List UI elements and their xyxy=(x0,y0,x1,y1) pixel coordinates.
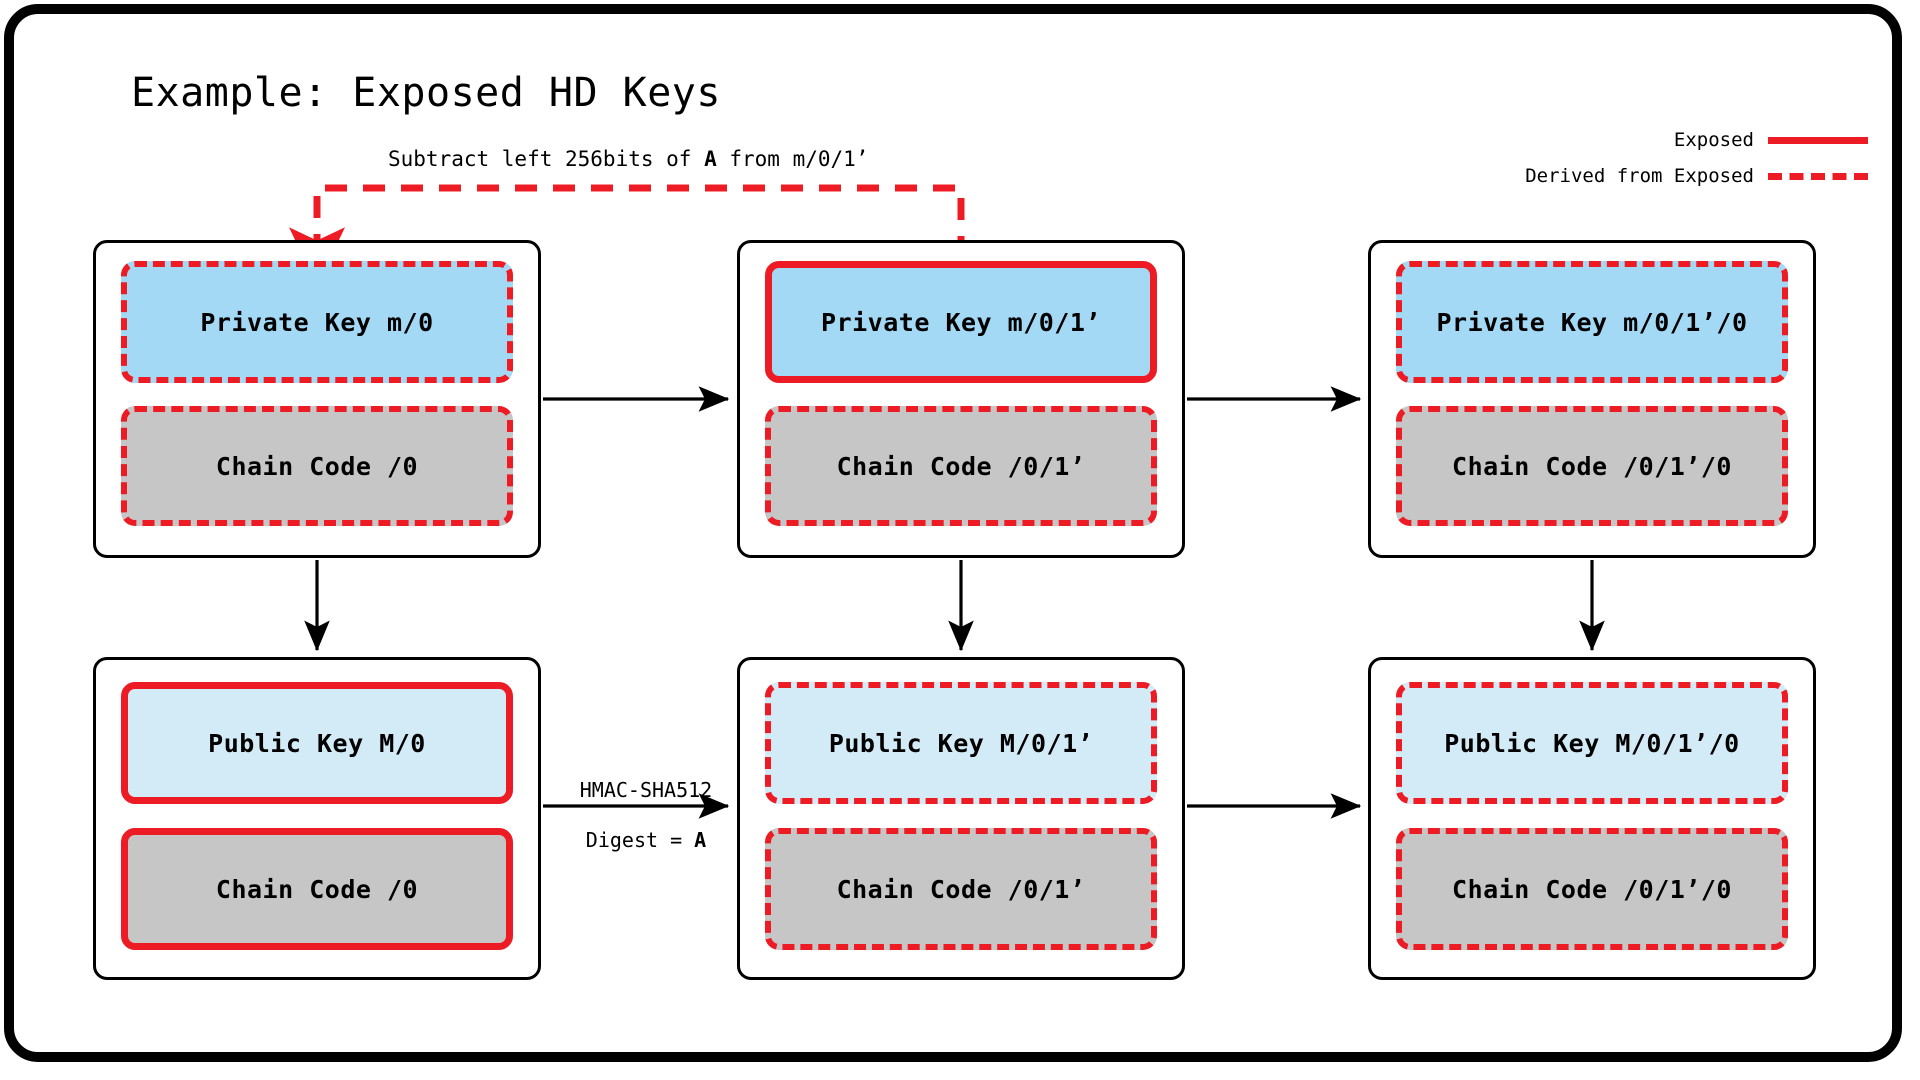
subtract-suffix: from m/0/1’ xyxy=(716,147,869,171)
slot-chain-code-public-0[interactable]: Chain Code /0 xyxy=(121,828,513,950)
page-title: Example: Exposed HD Keys xyxy=(131,70,721,116)
legend-swatch-dashed-line xyxy=(1768,172,1868,180)
subtract-annotation: Subtract left 256bits of A from m/0/1’ xyxy=(388,147,868,171)
card-private-m-0-1h-0[interactable]: Private Key m/0/1’/0 Chain Code /0/1’/0 xyxy=(1368,240,1816,558)
card-public-M-0-1h[interactable]: Public Key M/0/1’ Chain Code /0/1’ xyxy=(737,657,1185,980)
subtract-digest-symbol: A xyxy=(704,147,717,171)
hmac-digest-symbol: A xyxy=(694,828,707,852)
legend-item-exposed: Exposed xyxy=(1448,122,1868,158)
slot-public-key-M-0[interactable]: Public Key M/0 xyxy=(121,682,513,804)
slot-private-key-m-0-1h-0[interactable]: Private Key m/0/1’/0 xyxy=(1396,261,1788,383)
legend-swatch-solid-line xyxy=(1768,136,1868,144)
slot-private-key-m-0[interactable]: Private Key m/0 xyxy=(121,261,513,383)
card-private-m-0-1h[interactable]: Private Key m/0/1’ Chain Code /0/1’ xyxy=(737,240,1185,558)
hmac-digest-prefix: Digest = xyxy=(585,828,695,852)
legend-label-exposed: Exposed xyxy=(1673,129,1754,151)
slot-public-key-M-0-1h[interactable]: Public Key M/0/1’ xyxy=(765,682,1157,804)
hmac-digest-label: Digest = A xyxy=(556,828,736,852)
legend: Exposed Derived from Exposed xyxy=(1448,122,1868,194)
card-public-M-0[interactable]: Public Key M/0 Chain Code /0 xyxy=(93,657,541,980)
card-private-m-0[interactable]: Private Key m/0 Chain Code /0 xyxy=(93,240,541,558)
slot-chain-code-0[interactable]: Chain Code /0 xyxy=(121,406,513,526)
legend-label-derived: Derived from Exposed xyxy=(1525,165,1754,187)
hmac-algorithm-label: HMAC-SHA512 xyxy=(579,778,713,802)
slot-chain-code-0-1h[interactable]: Chain Code /0/1’ xyxy=(765,406,1157,526)
slot-chain-code-public-0-1h-0[interactable]: Chain Code /0/1’/0 xyxy=(1396,828,1788,950)
legend-item-derived: Derived from Exposed xyxy=(1448,158,1868,194)
slot-chain-code-0-1h-0[interactable]: Chain Code /0/1’/0 xyxy=(1396,406,1788,526)
slot-private-key-m-0-1h[interactable]: Private Key m/0/1’ xyxy=(765,261,1157,383)
subtract-prefix: Subtract left 256bits of xyxy=(388,147,705,171)
slot-chain-code-public-0-1h[interactable]: Chain Code /0/1’ xyxy=(765,828,1157,950)
card-public-M-0-1h-0[interactable]: Public Key M/0/1’/0 Chain Code /0/1’/0 xyxy=(1368,657,1816,980)
slot-public-key-M-0-1h-0[interactable]: Public Key M/0/1’/0 xyxy=(1396,682,1788,804)
